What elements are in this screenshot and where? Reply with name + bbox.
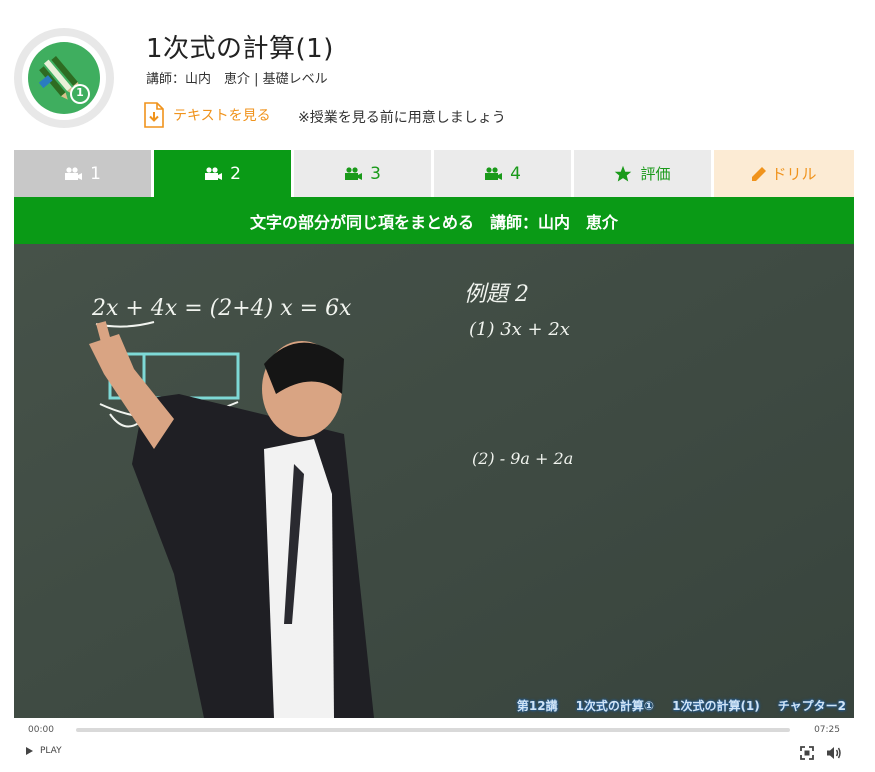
tab-part-2[interactable]: 2: [154, 150, 291, 197]
tab-part-1[interactable]: 1: [14, 150, 151, 197]
play-label: PLAY: [40, 746, 62, 756]
video-camera-icon: [205, 166, 223, 180]
lesson-banner: 文字の部分が同じ項をまとめる 講師：山内 恵介: [14, 197, 854, 244]
tab-part-2-label: 2: [230, 163, 241, 184]
play-button[interactable]: PLAY: [26, 746, 62, 756]
download-document-icon: [144, 102, 164, 128]
star-icon: [615, 165, 632, 181]
video-caption: 第12講 1次式の計算① 1次式の計算(1) チャプター2: [517, 697, 846, 714]
play-icon: [26, 747, 33, 755]
video-camera-icon: [345, 166, 363, 180]
volume-icon[interactable]: [826, 745, 842, 761]
caption-lesson: 1次式の計算(1): [672, 699, 760, 713]
lesson-tabs: 1 2 3 4 評価 ドリル: [14, 150, 854, 197]
tab-part-3[interactable]: 3: [294, 150, 431, 197]
video-camera-icon: [65, 166, 83, 180]
caption-unit: 1次式の計算①: [575, 699, 655, 713]
pencil-icon: [752, 166, 767, 181]
video-player[interactable]: 2x + 4x = (2+4) x = 6x 例題 2 (1) 3x + 2x …: [14, 244, 854, 718]
lecture-meta: 講師：山内 恵介 | 基礎レベル: [146, 72, 328, 87]
tab-part-4[interactable]: 4: [434, 150, 571, 197]
board-problem-1: (1) 3x + 2x: [469, 319, 570, 340]
video-camera-icon: [485, 166, 503, 180]
view-text-link[interactable]: テキストを見る: [144, 102, 271, 128]
tab-part-4-label: 4: [510, 163, 521, 184]
tab-drill[interactable]: ドリル: [714, 150, 854, 197]
board-problem-2: (2) - 9a + 2a: [472, 449, 574, 468]
total-time: 07:25: [814, 725, 840, 735]
logo-badge-number: 1: [76, 86, 84, 99]
preparation-note: ※授業を見る前に用意しましょう: [298, 110, 506, 126]
course-logo: 1: [14, 28, 114, 128]
tab-drill-label: ドリル: [771, 165, 817, 183]
tab-part-3-label: 3: [370, 163, 381, 184]
tab-evaluation-label: 評価: [640, 165, 671, 183]
tab-evaluation[interactable]: 評価: [574, 150, 711, 197]
board-example-title: 例題 2: [464, 282, 529, 307]
page-title: 1次式の計算(1): [146, 34, 334, 64]
board-line-1: 2x + 4x = (2+4) x = 6x: [92, 296, 352, 321]
player-controls: 00:00 07:25 PLAY: [14, 718, 854, 772]
view-text-label: テキストを見る: [173, 108, 271, 124]
current-time: 00:00: [28, 725, 54, 735]
caption-lecture-number: 第12講: [516, 699, 558, 713]
tab-part-1-label: 1: [90, 163, 101, 184]
seek-bar[interactable]: [76, 728, 790, 732]
caption-chapter: チャプター2: [777, 699, 846, 713]
pencils-icon: [38, 56, 90, 104]
fullscreen-icon[interactable]: [800, 746, 814, 760]
